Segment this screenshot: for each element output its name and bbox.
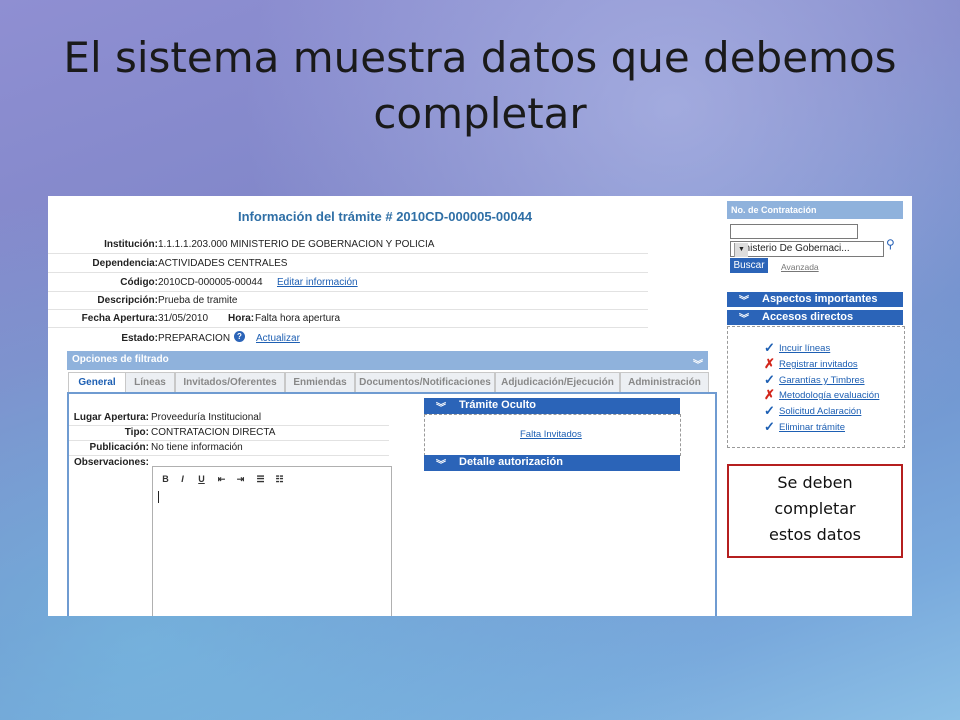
outdent-icon[interactable]: ⇤ [215, 473, 228, 485]
info-value: 2010CD-000005-00044 [158, 277, 263, 288]
info-row-estado: Estado: PREPARACION ? Actualizar [48, 330, 648, 347]
detalle-autorizacion-header[interactable]: ︾ Detalle autorización [424, 455, 680, 471]
italic-icon[interactable]: I [176, 473, 189, 485]
bold-icon[interactable]: B [159, 473, 172, 485]
buscar-button[interactable]: Buscar [730, 258, 768, 273]
search-icon[interactable]: ⚲ [886, 237, 895, 251]
general-label: Tipo: [124, 427, 149, 438]
general-value: No tiene información [151, 442, 243, 453]
general-label: Lugar Apertura: [73, 412, 149, 423]
general-label: Publicación: [89, 442, 149, 453]
chevron-down-icon[interactable]: ︾ [436, 399, 446, 414]
checkmark-icon: ✓ [764, 403, 775, 418]
info-value: 1.1.1.1.203.000 MINISTERIO DE GOBERNACIO… [158, 239, 435, 250]
access-item-label[interactable]: Incuir líneas [779, 343, 830, 354]
info-label: Estado: [121, 333, 158, 344]
tramite-oculto-panel: Falta Invitados [424, 414, 681, 456]
info-label: Dependencia: [92, 258, 158, 269]
slide-title: El sistema muestra datos que debemos com… [0, 30, 960, 142]
tab-invitados[interactable]: Invitados/Oferentes [175, 372, 285, 393]
tab-administracion[interactable]: Administración [620, 372, 709, 393]
chevron-down-icon[interactable]: ︾ [739, 310, 749, 325]
callout-line1: Se deben [777, 473, 853, 492]
chevron-down-icon[interactable]: ︾ [693, 356, 703, 371]
tab-documentos[interactable]: Documentos/Notificaciones [355, 372, 495, 393]
info-value: 31/05/2010 [158, 313, 209, 324]
cross-icon: ✗ [764, 356, 775, 371]
numbered-list-icon[interactable]: ☷ [273, 473, 286, 485]
tab-enmiendas[interactable]: Enmiendas [285, 372, 355, 393]
detalle-autorizacion-title: Detalle autorización [459, 456, 563, 468]
institution-select-value: Ministerio De Gobernaci... [734, 243, 850, 254]
access-item-label[interactable]: Metodología evaluación [779, 390, 879, 401]
info-row-institucion: Institución: 1.1.1.1.203.000 MINISTERIO … [48, 236, 648, 254]
aspectos-importantes-title: Aspectos importantes [762, 293, 878, 305]
help-icon[interactable]: ? [234, 331, 245, 342]
info-label: Fecha Apertura: [81, 313, 158, 324]
bullet-list-icon[interactable]: ☰ [254, 473, 267, 485]
underline-icon[interactable]: U [195, 473, 208, 485]
tab-adjudicacion[interactable]: Adjudicación/Ejecución [495, 372, 620, 393]
general-row-lugar: Lugar Apertura: Proveeduría Instituciona… [69, 410, 389, 426]
slide-title-line2: completar [373, 89, 587, 138]
checkmark-icon: ✓ [764, 419, 775, 434]
info-value: PREPARACION [158, 333, 231, 344]
page-title: Información del trámite # 2010CD-000005-… [238, 209, 533, 224]
tab-lineas[interactable]: Líneas [125, 372, 175, 393]
info-value: Prueba de tramite [158, 295, 238, 306]
chevron-down-icon[interactable]: ︾ [739, 292, 749, 307]
checkmark-icon: ✓ [764, 372, 775, 387]
falta-invitados-link[interactable]: Falta Invitados [520, 429, 582, 440]
info-row-fecha: Fecha Apertura: 31/05/2010 Hora: Falta h… [48, 310, 648, 328]
filter-label: Opciones de filtrado [72, 354, 169, 365]
indent-icon[interactable]: ⇥ [234, 473, 247, 485]
info-row-codigo: Código: 2010CD-000005-00044 Editar infor… [48, 274, 648, 292]
contratacion-search-input[interactable] [730, 224, 858, 239]
actualizar-link[interactable]: Actualizar [256, 333, 300, 344]
callout-line2: completar [774, 499, 856, 518]
general-row-tipo: Tipo: CONTRATACION DIRECTA [69, 425, 389, 441]
tab-general[interactable]: General [68, 372, 126, 394]
hora-label: Hora: [228, 313, 255, 324]
general-label: Observaciones: [73, 457, 149, 468]
aspectos-importantes-header[interactable]: ︾ Aspectos importantes [727, 292, 903, 307]
cross-icon: ✗ [764, 387, 775, 402]
contratacion-label: No. de Contratación [731, 205, 817, 215]
info-label: Institución: [104, 239, 158, 250]
chevron-down-icon[interactable]: ▼ [734, 243, 748, 257]
tab-content-general: Lugar Apertura: Proveeduría Instituciona… [67, 392, 717, 616]
avanzada-link[interactable]: Avanzada [781, 262, 819, 272]
checkmark-icon: ✓ [764, 340, 775, 355]
info-value: ACTIVIDADES CENTRALES [158, 258, 288, 269]
access-item-label[interactable]: Eliminar trámite [779, 422, 845, 433]
institution-select[interactable]: Ministerio De Gobernaci... ▼ [730, 241, 884, 257]
accesos-directos-header[interactable]: ︾ Accesos directos [727, 310, 903, 325]
tab-bar: General Líneas Invitados/Oferentes Enmie… [67, 372, 709, 394]
filter-options-bar[interactable]: Opciones de filtrado ︾ [67, 351, 708, 371]
access-item-label[interactable]: Garantías y Timbres [779, 375, 865, 386]
info-label: Descripción: [97, 295, 158, 306]
access-item-label[interactable]: Registrar invitados [779, 359, 858, 370]
observaciones-editor[interactable]: B I U ⇤ ⇥ ☰ ☷ [152, 466, 392, 616]
info-label: Código: [120, 277, 158, 288]
accesos-directos-title: Accesos directos [762, 311, 854, 323]
general-value: CONTRATACION DIRECTA [151, 427, 276, 438]
edit-info-link[interactable]: Editar información [277, 277, 358, 288]
callout-line3: estos datos [768, 525, 862, 544]
chevron-down-icon[interactable]: ︾ [436, 456, 446, 471]
slide-title-line1: El sistema muestra datos que debemos [63, 33, 897, 82]
contratacion-search-header: No. de Contratación [727, 201, 903, 219]
general-value: Proveeduría Institucional [151, 412, 262, 423]
tramite-oculto-header[interactable]: ︾ Trámite Oculto [424, 398, 680, 414]
hora-value: Falta hora apertura [255, 313, 341, 324]
text-cursor [158, 491, 159, 503]
general-row-publicacion: Publicación: No tiene información [69, 440, 389, 456]
callout-box: Se deben completar estos datos [727, 464, 903, 558]
tramite-oculto-title: Trámite Oculto [459, 399, 537, 411]
access-item-label[interactable]: Solicitud Aclaración [779, 406, 861, 417]
info-row-descripcion: Descripción: Prueba de tramite [48, 292, 648, 310]
info-row-dependencia: Dependencia: ACTIVIDADES CENTRALES [48, 255, 648, 273]
